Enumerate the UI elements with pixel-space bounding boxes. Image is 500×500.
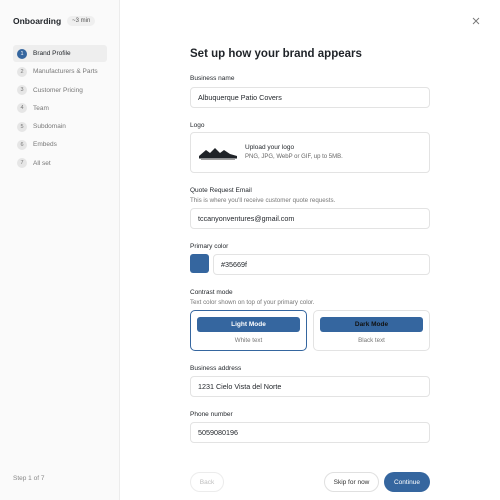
step-item-brand-profile[interactable]: 1 Brand Profile [13,45,107,62]
continue-button[interactable]: Continue [384,472,430,492]
logo-upload-hint: PNG, JPG, WebP or GIF, up to 5MB. [245,154,343,160]
primary-color-value: #35669f [221,260,247,269]
close-button[interactable] [470,15,482,27]
step-label: Team [33,104,49,112]
step-number: 7 [17,158,27,169]
page-title: Set up how your brand appears [190,48,362,60]
phone-number-input[interactable]: 5059080196 [190,422,430,443]
light-mode-caption: White text [234,337,263,344]
back-button[interactable]: Back [190,472,224,492]
business-name-label: Business name [190,75,235,82]
light-mode-button: Light Mode [197,317,300,332]
light-mode-option[interactable]: Light Mode White text [190,310,307,351]
sidebar: Onboarding ~3 min 1 Brand Profile 2 Manu… [0,0,120,500]
sidebar-title: Onboarding [13,16,62,26]
business-name-input[interactable]: Albuquerque Patio Covers [190,87,430,108]
step-label: Manufacturers & Parts [33,68,98,76]
step-number: 3 [17,85,27,96]
contrast-mode-help: Text color shown on top of your primary … [190,299,315,306]
step-item-all-set[interactable]: 7 All set [13,155,107,172]
step-number: 1 [17,48,27,59]
step-label: Subdomain [33,123,66,131]
contrast-mode-label: Contrast mode [190,289,233,296]
step-number: 2 [17,66,27,77]
step-number: 5 [17,121,27,132]
business-address-input[interactable]: 1231 Cielo Vista del Norte [190,376,430,397]
step-item-team[interactable]: 4 Team [13,100,107,117]
logo-upload-title: Upload your logo [245,144,295,151]
quote-email-input[interactable]: tccanyonventures@gmail.com [190,208,430,229]
step-item-embeds[interactable]: 6 Embeds [13,136,107,153]
step-item-subdomain[interactable]: 5 Subdomain [13,118,107,135]
color-swatch[interactable] [190,254,209,273]
business-address-label: Business address [190,365,242,372]
time-estimate-badge: ~3 min [67,16,96,26]
close-icon [472,17,480,25]
dark-mode-option[interactable]: Dark Mode Black text [313,310,430,351]
step-label: Customer Pricing [33,86,83,94]
primary-color-label: Primary color [190,243,229,250]
skip-button[interactable]: Skip for now [324,472,379,492]
logo-label: Logo [190,122,205,129]
logo-upload-text: Upload your logo PNG, JPG, WebP or GIF, … [245,144,343,160]
step-label: All set [33,159,51,167]
logo-upload-area[interactable]: Upload your logo PNG, JPG, WebP or GIF, … [190,132,430,173]
step-item-customer-pricing[interactable]: 3 Customer Pricing [13,82,107,99]
step-progress-text: Step 1 of 7 [13,475,45,482]
dark-mode-caption: Black text [358,337,385,344]
logo-image [199,148,237,160]
business-name-value: Albuquerque Patio Covers [198,93,282,102]
dark-mode-button: Dark Mode [320,317,423,332]
step-number: 6 [17,139,27,150]
step-label: Embeds [33,141,57,149]
step-label: Brand Profile [33,50,71,57]
business-address-value: 1231 Cielo Vista del Norte [198,382,282,391]
phone-number-label: Phone number [190,411,233,418]
step-item-manufacturers-parts[interactable]: 2 Manufacturers & Parts [13,63,107,80]
primary-color-input[interactable]: #35669f [213,254,430,275]
phone-number-value: 5059080196 [198,428,238,437]
sidebar-header: Onboarding ~3 min [13,16,96,26]
quote-email-label: Quote Request Email [190,187,252,194]
step-number: 4 [17,103,27,114]
step-list: 1 Brand Profile 2 Manufacturers & Parts … [13,45,107,173]
quote-email-value: tccanyonventures@gmail.com [198,214,295,223]
quote-email-help: This is where you'll receive customer qu… [190,197,336,204]
